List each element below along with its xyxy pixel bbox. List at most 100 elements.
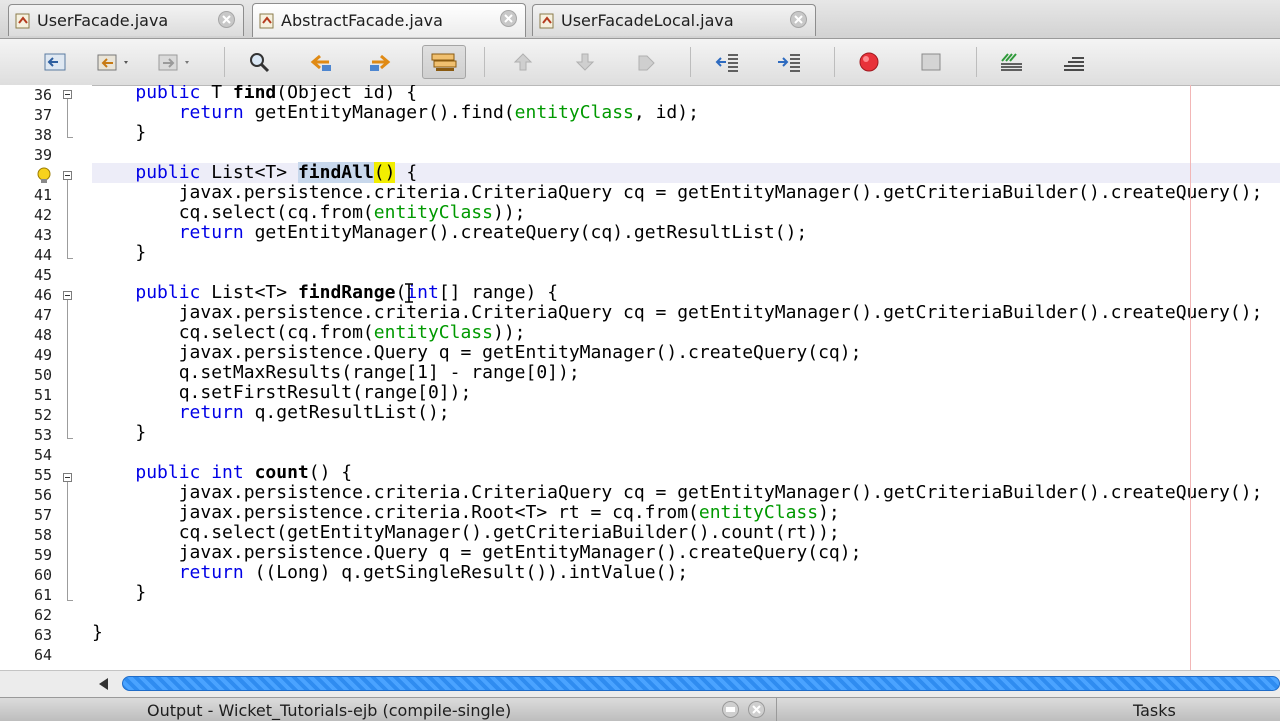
line-number: 37 [33, 106, 52, 124]
code-line: javax.persistence.Query q = getEntityMan… [92, 342, 862, 363]
output-tab-label: Output - Wicket_Tutorials-ejb (compile-s… [147, 701, 512, 720]
find-previous-button[interactable] [305, 48, 335, 76]
next-bookmark-icon [575, 53, 595, 71]
line-number: 53 [33, 426, 52, 444]
code-line: q.setFirstResult(range[0]); [92, 382, 472, 403]
editor-gutter: 36 37 38 39 41 42 43 44 45 46 47 48 49 5… [0, 85, 92, 670]
line-number: 52 [33, 406, 52, 424]
toggle-highlight-button[interactable] [422, 45, 466, 79]
back-button[interactable] [40, 48, 70, 76]
shift-right-button[interactable] [774, 48, 804, 76]
fold-guide [67, 258, 73, 259]
line-number: 61 [33, 586, 52, 604]
close-tab-icon[interactable] [218, 11, 235, 28]
code-line: } [92, 242, 147, 263]
line-number: 47 [33, 306, 52, 324]
shift-left-icon [715, 54, 738, 72]
last-edit-icon [97, 54, 128, 71]
stop-macro-button[interactable] [916, 48, 946, 76]
find-button[interactable] [244, 48, 274, 76]
code-line: return ((Long) q.getSingleResult()).intV… [178, 562, 689, 583]
shift-right-icon [778, 54, 800, 72]
code-line: javax.persistence.Query q = getEntityMan… [92, 542, 862, 563]
editor-toolbar [0, 39, 1280, 86]
line-number: 63 [33, 626, 52, 644]
scroll-left-arrow-icon[interactable] [96, 677, 112, 691]
code-line: return getEntityManager().find(entityCla… [178, 102, 699, 123]
code-line: cq.select(cq.from(entityClass)); [92, 202, 526, 223]
line-number: 54 [33, 446, 52, 464]
last-edit-button[interactable] [94, 48, 134, 76]
java-file-icon [539, 13, 554, 28]
tab-abstractfacade[interactable]: AbstractFacade.java [252, 3, 526, 37]
output-window-tab[interactable]: Output - Wicket_Tutorials-ejb (compile-s… [0, 698, 777, 721]
shift-left-button[interactable] [712, 48, 742, 76]
toggle-bookmark-button[interactable] [632, 48, 662, 76]
forward-icon [158, 54, 189, 71]
code-line: public List<T> findRange(int[] range) { [135, 282, 559, 303]
close-icon[interactable] [748, 701, 765, 718]
code-fold-toggle[interactable] [63, 90, 72, 99]
forward-button[interactable] [155, 48, 195, 76]
record-macro-icon [859, 52, 879, 72]
tab-label: UserFacadeLocal.java [561, 11, 734, 30]
tab-label: UserFacade.java [37, 11, 169, 30]
fold-guide [67, 180, 68, 258]
line-number: 38 [33, 126, 52, 144]
uncomment-icon [1064, 57, 1084, 71]
code-line: javax.persistence.criteria.CriteriaQuery… [92, 302, 1263, 323]
horizontal-scrollbar[interactable] [0, 670, 1280, 697]
stop-macro-icon [921, 53, 941, 71]
next-bookmark-button[interactable] [570, 48, 600, 76]
line-number: 36 [33, 86, 52, 104]
code-fold-toggle[interactable] [63, 291, 72, 300]
find-icon [250, 53, 270, 73]
toolbar-separator [484, 47, 485, 77]
editor-tab-bar: UserFacade.java AbstractFacade.java User… [0, 0, 1280, 39]
scrollbar-thumb[interactable] [122, 676, 1280, 691]
line-number: 57 [33, 506, 52, 524]
previous-bookmark-icon [513, 53, 533, 71]
find-next-button[interactable] [366, 48, 396, 76]
code-line: cq.select(getEntityManager().getCriteria… [92, 522, 840, 543]
code-editor[interactable]: public T find(Object id) { return getEnt… [92, 85, 1280, 670]
line-number: 56 [33, 486, 52, 504]
tab-userfacade[interactable]: UserFacade.java [8, 4, 244, 36]
line-number: 64 [33, 646, 52, 664]
toolbar-separator [224, 47, 225, 77]
code-fold-toggle[interactable] [63, 171, 72, 180]
code-line: } [92, 582, 147, 603]
line-number: 60 [33, 566, 52, 584]
record-macro-button[interactable] [854, 48, 884, 76]
minimize-icon[interactable] [722, 701, 739, 718]
line-number: 41 [33, 186, 52, 204]
line-number: 49 [33, 346, 52, 364]
tasks-tab[interactable]: Tasks [1133, 701, 1176, 720]
comment-button[interactable] [996, 48, 1026, 76]
code-line: q.setMaxResults(range[1] - range[0]); [92, 362, 580, 383]
close-tab-icon[interactable] [790, 11, 807, 28]
previous-bookmark-button[interactable] [508, 48, 538, 76]
code-line: public T find(Object id) { [135, 85, 418, 103]
tab-userfacadelocal[interactable]: UserFacadeLocal.java [532, 4, 816, 36]
back-icon [44, 53, 66, 71]
code-line: public int count() { [135, 462, 353, 483]
right-margin-guide [1190, 85, 1191, 670]
lightbulb-hint-icon[interactable] [36, 167, 52, 185]
code-line: } [92, 122, 147, 143]
tab-label: AbstractFacade.java [281, 11, 443, 30]
line-number: 58 [33, 526, 52, 544]
code-fold-toggle[interactable] [63, 473, 72, 482]
find-next-icon [370, 54, 391, 71]
uncomment-button[interactable] [1058, 48, 1088, 76]
code-line: javax.persistence.criteria.CriteriaQuery… [92, 482, 1263, 503]
text-cursor-icon [405, 283, 413, 303]
toolbar-separator [690, 47, 691, 77]
close-tab-icon[interactable] [500, 10, 517, 27]
line-number: 43 [33, 226, 52, 244]
line-number: 42 [33, 206, 52, 224]
code-line: return q.getResultList(); [178, 402, 450, 423]
fold-guide [67, 482, 68, 600]
code-line: cq.select(cq.from(entityClass)); [92, 322, 526, 343]
code-line: } [92, 422, 147, 443]
